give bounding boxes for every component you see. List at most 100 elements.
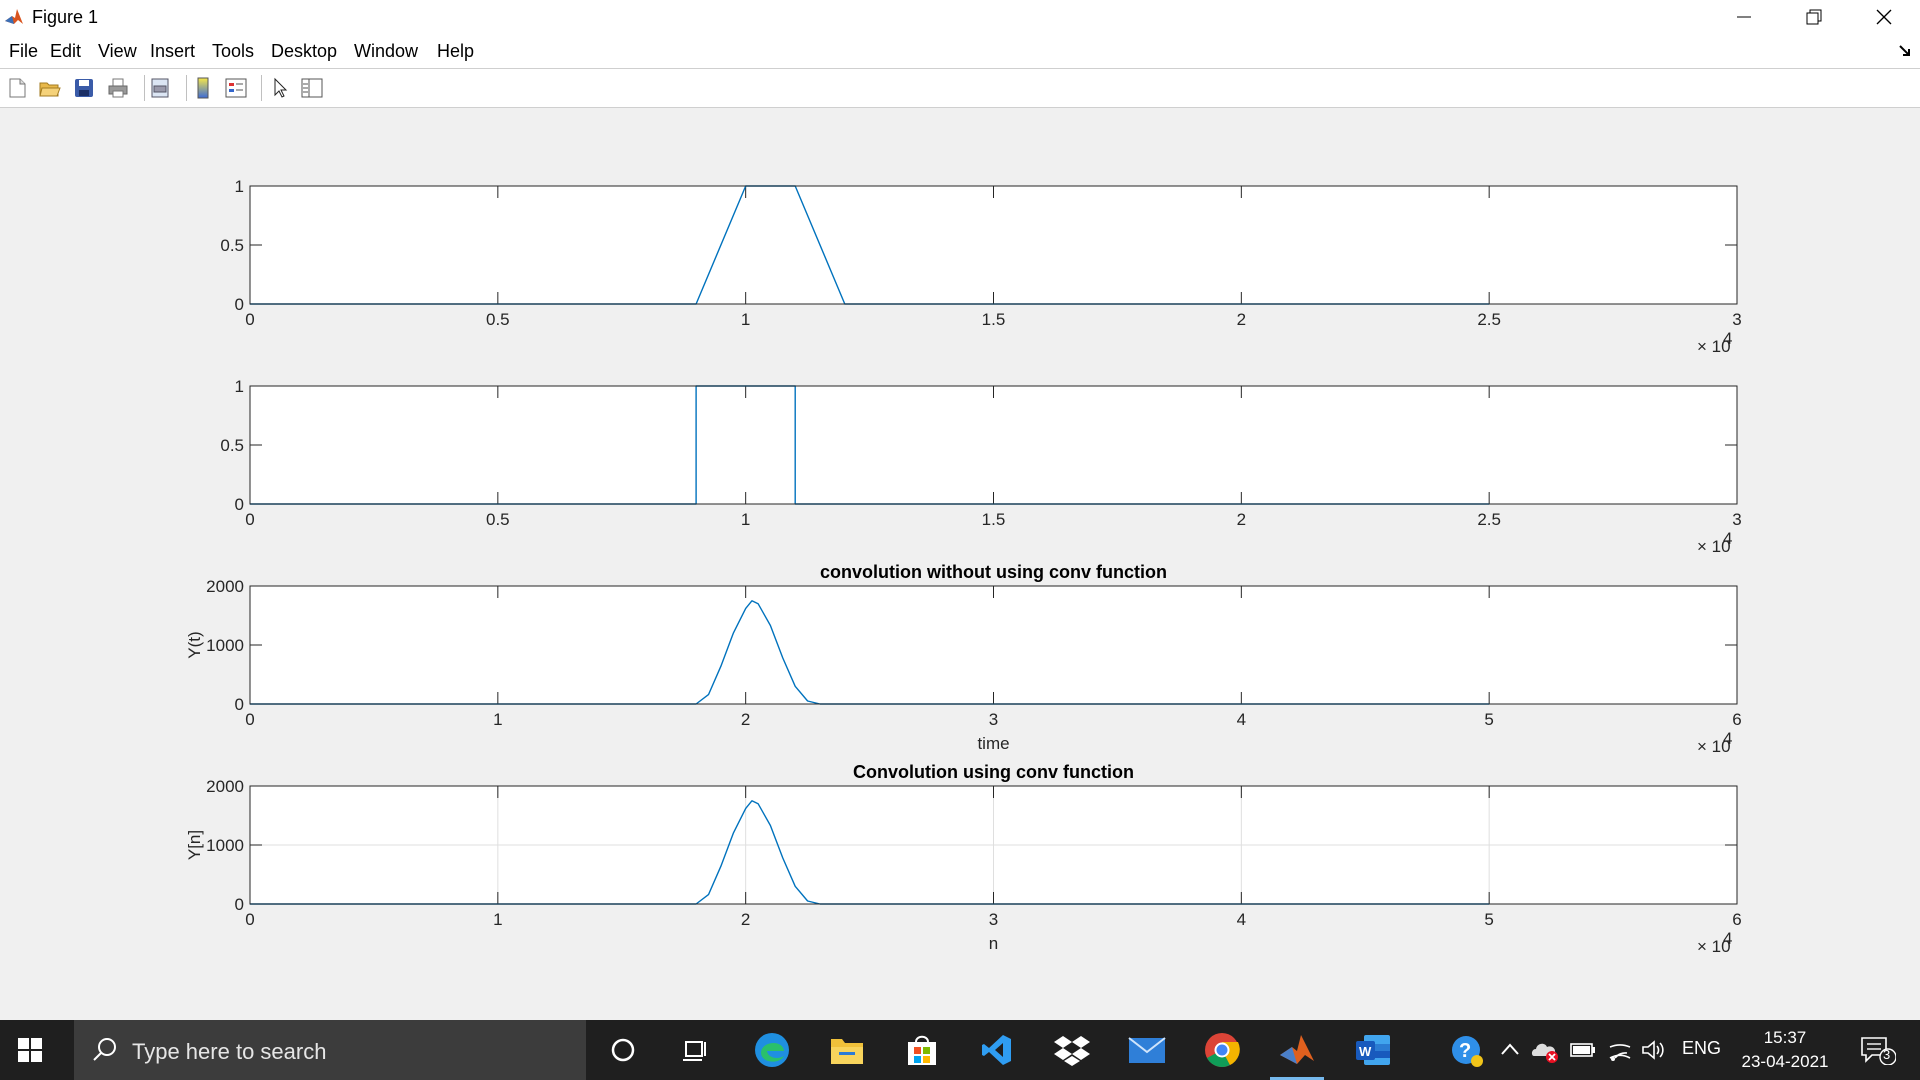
search-icon: [93, 1038, 116, 1061]
x-axis-label: time: [977, 734, 1009, 753]
chevron-up-icon[interactable]: [1500, 1042, 1520, 1056]
visual-studio-icon: [982, 1035, 1011, 1065]
edit-plot-arrow-icon[interactable]: [268, 76, 292, 100]
taskbar-app-mail[interactable]: [1127, 1030, 1167, 1070]
axes-1-background[interactable]: [250, 186, 1737, 304]
task-view-icon: [683, 1041, 706, 1061]
taskbar-app-chrome[interactable]: [1202, 1030, 1242, 1070]
save-figure-icon[interactable]: [72, 76, 96, 100]
task-view-button[interactable]: [676, 1030, 716, 1070]
y-axis-label: Y[n]: [185, 830, 204, 860]
x-tick-label: 3: [989, 910, 998, 929]
window-title: Figure 1: [32, 7, 99, 27]
wifi-icon[interactable]: [1607, 1038, 1633, 1062]
y-tick-label: 2000: [206, 577, 244, 596]
x-tick-label: 3: [1732, 310, 1741, 329]
x-tick-label: 3: [1732, 510, 1741, 529]
x-tick-label: 1.5: [982, 310, 1006, 329]
taskbar-app-visual-studio[interactable]: [977, 1030, 1017, 1070]
taskbar-app-edge[interactable]: [752, 1030, 792, 1070]
y-tick-label: 1: [235, 177, 244, 196]
menu-file[interactable]: File: [9, 41, 38, 62]
y-axis-label: Y(t): [185, 631, 204, 658]
speaker-volume-icon[interactable]: [1641, 1039, 1667, 1061]
x-exponent-power: 4: [1723, 329, 1732, 348]
x-tick-label: 6: [1732, 910, 1741, 929]
close-button[interactable]: [1850, 0, 1918, 34]
x-tick-label: 5: [1484, 710, 1493, 729]
insert-legend-icon[interactable]: [224, 76, 248, 100]
windows-start-icon[interactable]: [18, 1038, 42, 1062]
x-tick-label: 1.5: [982, 510, 1006, 529]
x-tick-label: 6: [1732, 710, 1741, 729]
cortana-icon: [611, 1038, 635, 1062]
taskbar-app-store[interactable]: [902, 1030, 942, 1070]
x-tick-label: 0.5: [486, 510, 510, 529]
menu-help[interactable]: Help: [437, 41, 474, 62]
minimize-button[interactable]: [1710, 0, 1778, 34]
y-tick-label: 0.5: [220, 436, 244, 455]
close-icon: [1876, 9, 1892, 25]
clock-time: 15:37: [1763, 1028, 1807, 1047]
axes-3-background[interactable]: [250, 586, 1737, 704]
x-tick-label: 2: [741, 710, 750, 729]
axes-2-background[interactable]: [250, 386, 1737, 504]
x-tick-label: 2: [741, 910, 750, 929]
x-tick-label: 1: [741, 510, 750, 529]
menu-desktop[interactable]: Desktop: [271, 41, 337, 62]
figure-canvas[interactable]: 0 0.5 1 1.5 2 2.5 300.51× 1040 0.5 1 1.5 2 2.5 300.5…: [0, 107, 1920, 1020]
toolbar-separator: [186, 75, 187, 101]
x-tick-label: 4: [1237, 710, 1246, 729]
svg-text:W: W: [1359, 1044, 1372, 1059]
minimize-icon: [1737, 16, 1751, 18]
input-language-indicator[interactable]: ENG: [1682, 1038, 1721, 1059]
x-tick-label: 2: [1237, 510, 1246, 529]
menu-edit[interactable]: Edit: [50, 41, 81, 62]
toolbar-separator: [261, 75, 262, 101]
dock-figure-icon[interactable]: [1898, 44, 1912, 58]
print-figure-icon[interactable]: [106, 76, 130, 100]
menu-tools[interactable]: Tools: [212, 41, 254, 62]
x-exponent-power: 4: [1723, 529, 1732, 548]
taskbar-search-box[interactable]: Type here to search: [74, 1020, 586, 1080]
menu-insert[interactable]: Insert: [150, 41, 195, 62]
print-preview-icon[interactable]: [148, 76, 172, 100]
y-tick-label: 0: [235, 695, 244, 714]
y-tick-label: 0: [235, 295, 244, 314]
system-clock[interactable]: 15:37 23-04-2021: [1730, 1026, 1840, 1074]
show-plot-tools-icon[interactable]: [300, 76, 324, 100]
new-figure-icon[interactable]: [5, 76, 29, 100]
x-tick-label: 4: [1237, 910, 1246, 929]
menu-view[interactable]: View: [98, 41, 137, 62]
y-tick-label: 1: [235, 377, 244, 396]
taskbar-app-file-explorer[interactable]: [827, 1030, 867, 1070]
x-tick-label: 2.5: [1477, 310, 1501, 329]
x-exponent-power: 4: [1723, 729, 1732, 748]
word-icon: W: [1356, 1035, 1390, 1065]
x-tick-label: 0.5: [486, 310, 510, 329]
insert-colorbar-icon[interactable]: [191, 76, 215, 100]
restore-button[interactable]: [1780, 0, 1848, 34]
x-tick-label: 3: [989, 710, 998, 729]
y-tick-label: 2000: [206, 777, 244, 796]
dropbox-icon: [1054, 1036, 1090, 1066]
edge-icon: [755, 1033, 789, 1067]
x-tick-label: 2.5: [1477, 510, 1501, 529]
onedrive-error-icon[interactable]: [1530, 1038, 1560, 1064]
help-tray-icon[interactable]: ?: [1450, 1034, 1484, 1068]
taskbar-app-word[interactable]: W: [1353, 1030, 1393, 1070]
menu-window[interactable]: Window: [354, 41, 418, 62]
cortana-button[interactable]: [603, 1030, 643, 1070]
x-exponent-power: 4: [1723, 929, 1732, 948]
x-tick-label: 0: [245, 710, 254, 729]
open-file-icon[interactable]: [38, 76, 62, 100]
clock-date: 23-04-2021: [1741, 1052, 1829, 1071]
title-bar: Figure 1: [0, 0, 1920, 34]
x-tick-label: 1: [493, 910, 502, 929]
battery-icon[interactable]: [1570, 1042, 1596, 1058]
x-tick-label: 1: [493, 710, 502, 729]
x-tick-label: 0: [245, 910, 254, 929]
action-center-button[interactable]: 3: [1860, 1035, 1897, 1066]
taskbar-app-dropbox[interactable]: [1052, 1030, 1092, 1070]
taskbar-app-matlab[interactable]: [1270, 1030, 1324, 1080]
